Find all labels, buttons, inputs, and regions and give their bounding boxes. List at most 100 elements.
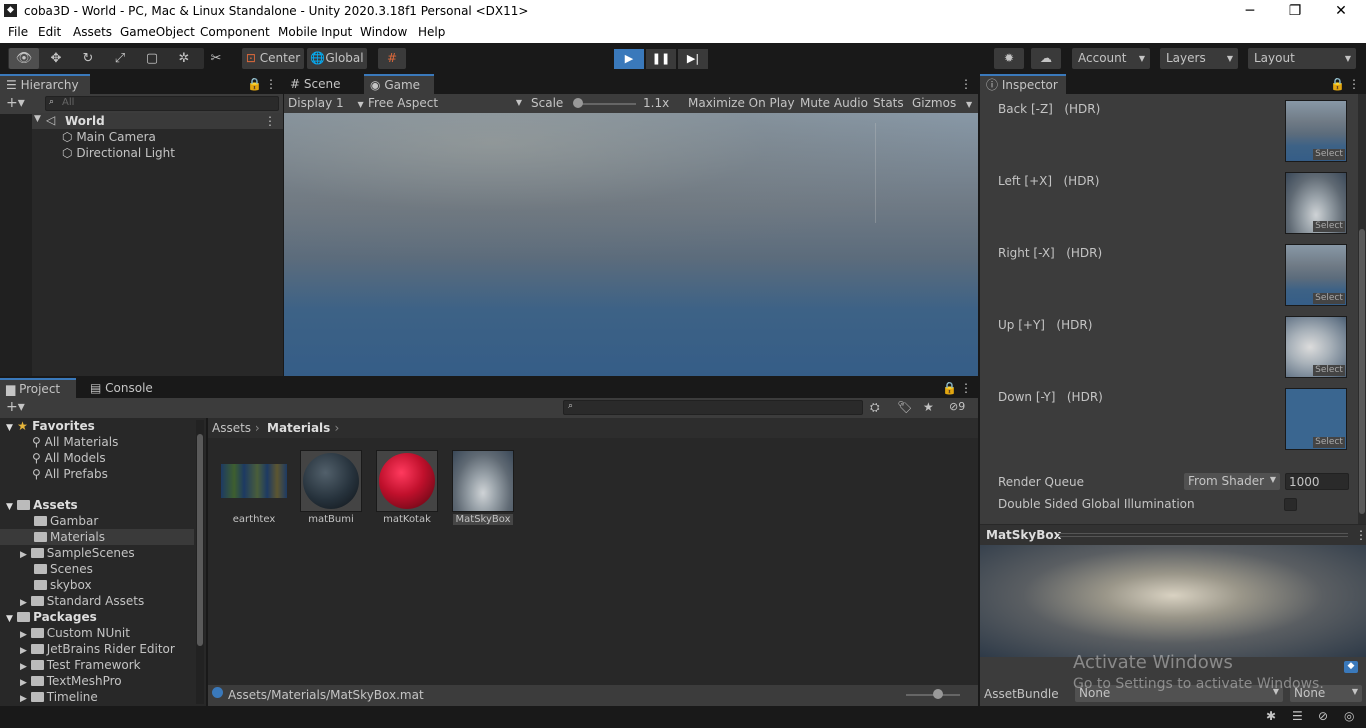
play-button[interactable]: ▶ [614, 49, 644, 69]
more-menu-icon[interactable]: ⋮ [1348, 77, 1360, 91]
auto-generate-lighting-icon[interactable]: ◎ [1344, 709, 1354, 723]
account-dropdown[interactable]: Account ▼ [1072, 48, 1150, 69]
folder-standard-assets[interactable]: ▶ Standard Assets [20, 593, 144, 609]
view-tool-icon[interactable]: 👁 [9, 48, 39, 69]
layers-dropdown[interactable]: Layers ▼ [1160, 48, 1238, 69]
hierarchy-item-main-camera[interactable]: ⬡ Main Camera [62, 129, 156, 145]
package-timeline[interactable]: ▶ Timeline [20, 689, 98, 705]
close-button[interactable]: ✕ [1318, 0, 1364, 23]
scale-slider-thumb[interactable] [573, 98, 583, 108]
scene-row[interactable]: ▼ ◁ World ⋮ [32, 113, 283, 129]
gizmos-dropdown[interactable]: Gizmos ▼ [912, 95, 972, 111]
earthtex-thumbnail[interactable] [221, 464, 287, 498]
minimize-button[interactable]: ─ [1227, 0, 1273, 23]
package-jetbrains-rider-editor[interactable]: ▶ JetBrains Rider Editor [20, 641, 175, 657]
menu-assets[interactable]: Assets [73, 25, 112, 39]
assets-header[interactable]: ▼ Assets [6, 497, 78, 513]
progress-icon[interactable]: ⊘ [1318, 709, 1328, 723]
select-button[interactable]: Select [1313, 221, 1345, 232]
stats-toggle[interactable]: Stats [873, 95, 904, 111]
package-textmeshpro[interactable]: ▶ TextMeshPro [20, 673, 122, 689]
step-button[interactable]: ▶| [678, 49, 708, 69]
favorite-all-prefabs[interactable]: ⚲ All Prefabs [32, 466, 108, 482]
scene-menu-icon[interactable]: ⋮ [264, 114, 276, 128]
lock-icon[interactable]: 🔒 [1330, 77, 1345, 91]
expand-icon[interactable]: ▼ [34, 114, 41, 124]
preview-viewport[interactable] [980, 545, 1366, 657]
custom-tool-icon[interactable]: ✂ [201, 48, 231, 69]
matbumi-thumbnail[interactable] [300, 450, 362, 512]
pivot-toggle[interactable]: ⊡ Center [242, 48, 304, 69]
package-custom-nunit[interactable]: ▶ Custom NUnit [20, 625, 130, 641]
tab-hierarchy[interactable]: ☰ Hierarchy [0, 74, 90, 94]
maximize-button[interactable]: ❐ [1272, 0, 1318, 23]
folder-scenes[interactable]: Scenes [34, 561, 93, 577]
transform-tool-icon[interactable]: ✲ [169, 48, 199, 69]
folder-skybox[interactable]: skybox [34, 577, 92, 593]
tab-project[interactable]: ▆ Project [0, 378, 76, 398]
hierarchy-search-input[interactable]: ⌕ All [45, 96, 279, 111]
folder-samplescenes[interactable]: ▶ SampleScenes [20, 545, 135, 561]
space-toggle[interactable]: 🌐Global [307, 48, 367, 69]
asset-earthtex-label[interactable]: earthtex [210, 514, 298, 525]
game-viewport[interactable] [284, 113, 978, 376]
folder-materials[interactable]: Materials [0, 529, 194, 545]
asset-matbumi-label[interactable]: matBumi [287, 514, 375, 525]
grid-snap-icon[interactable]: # [378, 48, 406, 69]
lock-icon[interactable]: 🔒 [942, 381, 957, 395]
hidden-packages-icon[interactable]: ⊘9 [949, 400, 965, 413]
face-left-texture[interactable]: Select [1285, 172, 1347, 234]
tab-inspector[interactable]: ⓘ Inspector [980, 74, 1066, 94]
face-down-texture[interactable]: Select [1285, 388, 1347, 450]
scale-tool-icon[interactable]: ⤢ [105, 48, 135, 69]
more-menu-icon[interactable]: ⋮ [960, 381, 972, 395]
display-dropdown[interactable]: Display 1 ▼ [288, 95, 364, 111]
cloud-icon[interactable]: ☁ [1031, 48, 1061, 69]
menu-file[interactable]: File [8, 25, 28, 39]
project-search-input[interactable]: ⌕ [563, 400, 863, 415]
maximize-on-play-toggle[interactable]: Maximize On Play [688, 95, 795, 111]
package-test-framework[interactable]: ▶ Test Framework [20, 657, 141, 673]
collab-icon[interactable]: ✹ [994, 48, 1024, 69]
mute-audio-toggle[interactable]: Mute Audio [800, 95, 868, 111]
lock-icon[interactable]: 🔒 [247, 77, 262, 91]
filter-type-icon[interactable]: ⛭ [870, 400, 880, 415]
matskybox-thumbnail[interactable] [452, 450, 514, 512]
tab-console[interactable]: ▤ Console [84, 378, 164, 398]
menu-gameobject[interactable]: GameObject [120, 25, 195, 39]
tab-scene[interactable]: # Scene [284, 74, 362, 94]
favorite-all-materials[interactable]: ⚲ All Materials [32, 434, 118, 450]
asset-matkotak-label[interactable]: matKotak [363, 514, 451, 525]
rotate-tool-icon[interactable]: ↻ [73, 48, 103, 69]
breadcrumb-assets[interactable]: Assets › [212, 420, 260, 436]
layout-dropdown[interactable]: Layout ▼ [1248, 48, 1356, 69]
menu-component[interactable]: Component [200, 25, 270, 39]
aspect-dropdown[interactable]: Free Aspect ▼ [368, 95, 522, 111]
packages-header[interactable]: ▼ Packages [6, 609, 97, 625]
label-tag-icon[interactable]: ◆ [1344, 661, 1358, 673]
matkotak-thumbnail[interactable] [376, 450, 438, 512]
face-back-texture[interactable]: Select [1285, 100, 1347, 162]
face-right-texture[interactable]: Select [1285, 244, 1347, 306]
select-button[interactable]: Select [1313, 365, 1345, 376]
inspector-scrollbar-thumb[interactable] [1359, 229, 1365, 514]
menu-mobile-input[interactable]: Mobile Input [278, 25, 352, 39]
splitter[interactable] [206, 418, 208, 706]
menu-help[interactable]: Help [418, 25, 445, 39]
face-up-texture[interactable]: Select [1285, 316, 1347, 378]
add-icon[interactable]: +▾ [6, 95, 25, 111]
favorite-all-models[interactable]: ⚲ All Models [32, 450, 106, 466]
select-button[interactable]: Select [1313, 149, 1345, 160]
render-queue-input[interactable]: 1000 [1285, 473, 1349, 490]
pause-button[interactable]: ❚❚ [646, 49, 676, 69]
icon-size-slider-thumb[interactable] [933, 689, 943, 699]
preview-menu-icon[interactable]: ⋮ [1355, 528, 1366, 542]
cache-server-icon[interactable]: ☰ [1292, 709, 1303, 723]
folder-gambar[interactable]: Gambar [34, 513, 98, 529]
menu-edit[interactable]: Edit [38, 25, 61, 39]
select-button[interactable]: Select [1313, 437, 1345, 448]
favorite-star-icon[interactable]: ★ [923, 400, 934, 414]
hierarchy-item-directional-light[interactable]: ⬡ Directional Light [62, 145, 175, 161]
menu-window[interactable]: Window [360, 25, 407, 39]
asset-matskybox-label[interactable]: MatSkyBox [453, 514, 513, 525]
